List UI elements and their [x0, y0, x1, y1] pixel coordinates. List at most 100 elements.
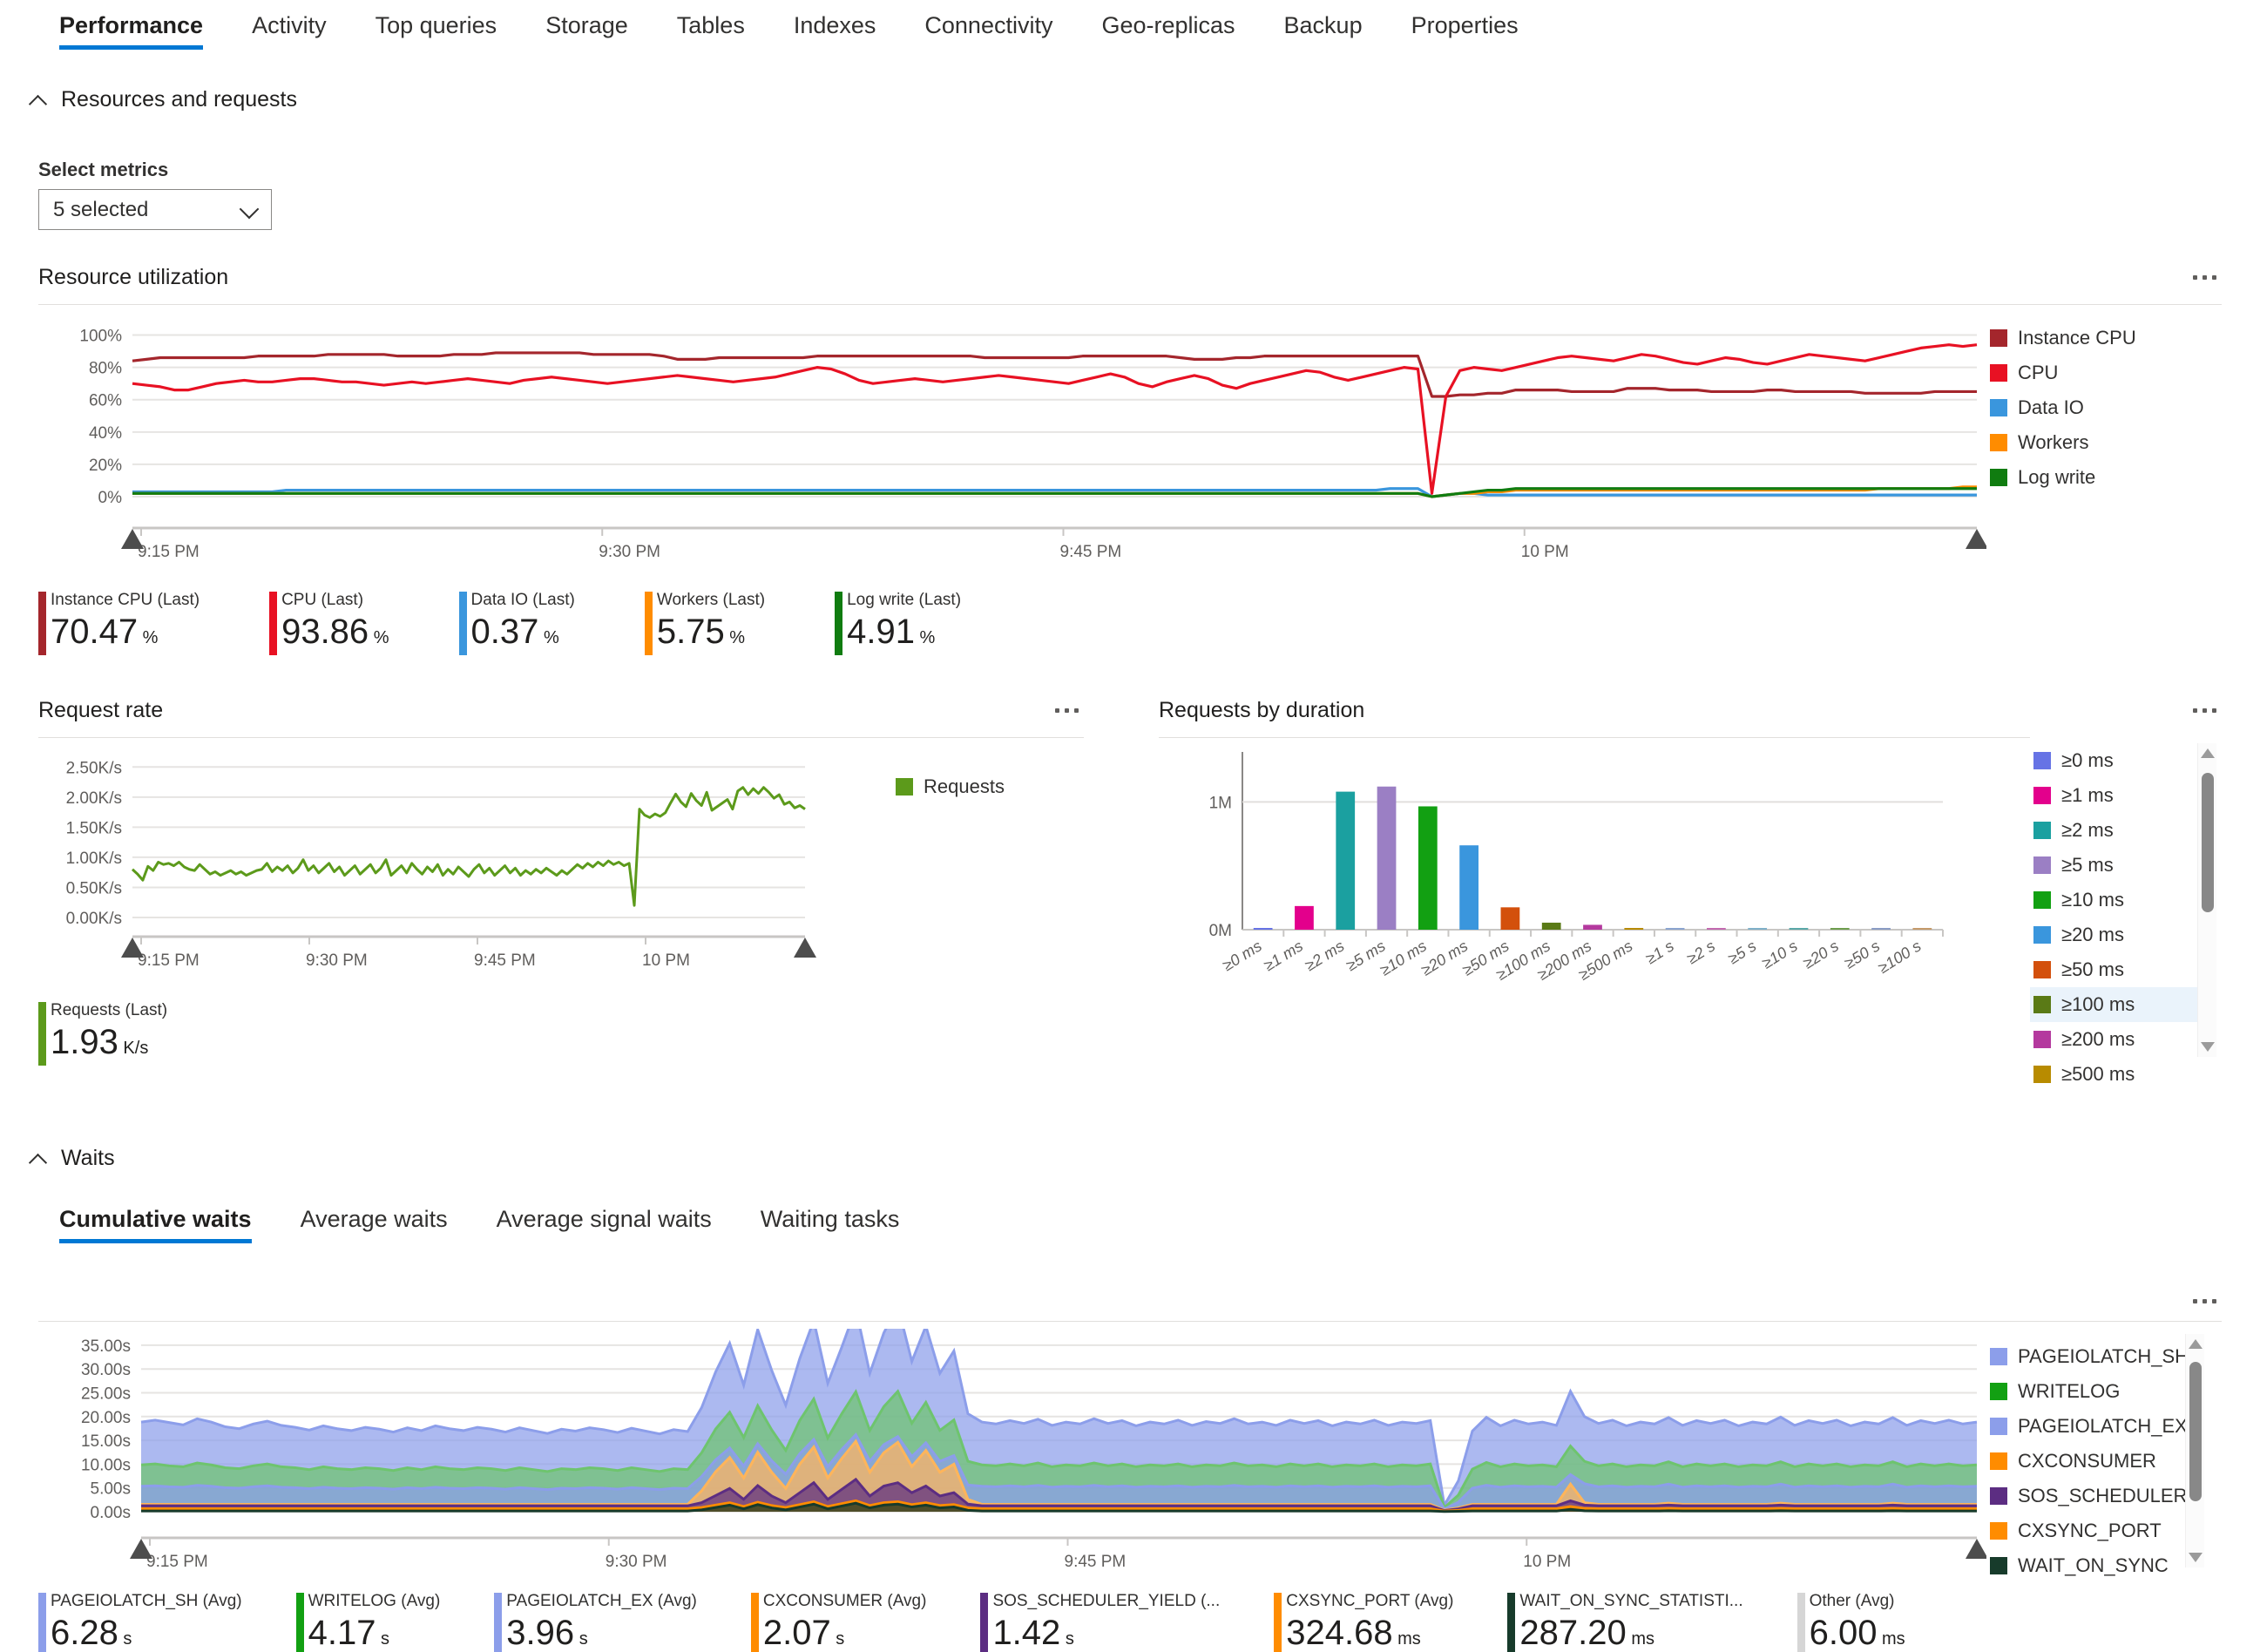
- legend-color-swatch: [1990, 364, 2007, 382]
- cumulative-waits-more-button[interactable]: [2187, 1288, 2222, 1314]
- svg-text:≥20 ms: ≥20 ms: [1418, 937, 1472, 978]
- legend-item[interactable]: CPU: [1986, 355, 2222, 390]
- legend-item[interactable]: ≥10 ms: [2030, 883, 2197, 917]
- legend-item[interactable]: Log write: [1986, 460, 2222, 495]
- requests-by-duration-legend: ≥0 ms ≥1 ms ≥2 ms ≥5 ms ≥10 ms ≥20 ms ≥50 ms ≥1…: [2030, 743, 2197, 1092]
- svg-text:≥0 ms: ≥0 ms: [1220, 937, 1265, 974]
- waits-legend-scrollbar[interactable]: [2185, 1334, 2204, 1567]
- legend-item[interactable]: Instance CPU: [1986, 321, 2222, 355]
- request-rate-more-button[interactable]: [1049, 697, 1084, 723]
- stat-card-caption: Data IO (Last): [470, 591, 575, 609]
- tab-tables[interactable]: Tables: [653, 0, 769, 58]
- stat-card-caption: PAGEIOLATCH_EX (Avg): [506, 1592, 697, 1610]
- stat-card-caption: CPU (Last): [281, 591, 364, 609]
- legend-color-swatch: [2033, 961, 2051, 978]
- svg-text:100%: 100%: [79, 328, 122, 346]
- svg-text:9:15 PM: 9:15 PM: [138, 951, 200, 970]
- stat-card-value: 4.17 s: [308, 1614, 390, 1652]
- waits-tab-cumulative-waits[interactable]: Cumulative waits: [35, 1194, 276, 1252]
- request-rate-chart[interactable]: 0.00K/s 0.50K/s 1.00K/s 1.50K/s 2.00K/s 2.50K…: [38, 743, 892, 992]
- requests-by-duration-chart[interactable]: 0M 1M ≥0 ms ≥1 ms ≥2 ms ≥5 ms ≥10 ms ≥20 ms ≥50 …: [1159, 743, 2030, 1092]
- legend-item[interactable]: PAGEIOLATCH_SH: [1986, 1339, 2189, 1374]
- legend-item[interactable]: WRITELOG: [1986, 1374, 2185, 1409]
- waits-tab-waiting-tasks[interactable]: Waiting tasks: [736, 1194, 924, 1252]
- legend-item[interactable]: CXSYNC_PORT: [1986, 1513, 2185, 1548]
- tab-properties[interactable]: Properties: [1387, 0, 1543, 58]
- divider: [38, 304, 2222, 305]
- legend-item[interactable]: ≥2 ms: [2030, 813, 2197, 848]
- legend-item[interactable]: ≥500 ms: [2030, 1057, 2197, 1092]
- requests-by-duration-more-button[interactable]: [2187, 697, 2222, 723]
- svg-text:40%: 40%: [89, 424, 122, 443]
- tab-storage[interactable]: Storage: [521, 0, 653, 58]
- tab-indexes[interactable]: Indexes: [769, 0, 901, 58]
- legend-item[interactable]: ≥5 ms: [2030, 848, 2197, 883]
- tab-top-queries[interactable]: Top queries: [351, 0, 522, 58]
- legend-item[interactable]: ≥50 ms: [2030, 952, 2197, 987]
- scroll-up-arrow-icon[interactable]: [2201, 748, 2215, 758]
- svg-text:1M: 1M: [1209, 794, 1232, 812]
- scroll-up-arrow-icon[interactable]: [2189, 1339, 2202, 1349]
- legend-color-swatch: [1990, 329, 2007, 347]
- legend-color-swatch: [1990, 1348, 2007, 1365]
- collapse-chevron-up-icon[interactable]: [30, 1149, 49, 1168]
- waits-tab-average-signal-waits[interactable]: Average signal waits: [472, 1194, 736, 1252]
- stat-card-caption: CXCONSUMER (Avg): [762, 1592, 927, 1610]
- svg-text:0M: 0M: [1209, 922, 1232, 940]
- cumulative-waits-chart[interactable]: 0.00s 5.00s 10.00s 15.00s 20.00s 25.00s 30.00s…: [38, 1302, 1988, 1586]
- legend-item[interactable]: CXCONSUMER: [1986, 1444, 2185, 1479]
- cumulative-waits-stat-cards: PAGEIOLATCH_SH (Avg) 6.28 s WRITELOG (Avg)…: [38, 1591, 2222, 1652]
- legend-item[interactable]: ≥1 ms: [2030, 778, 2197, 813]
- duration-legend-scrollbar[interactable]: [2197, 743, 2216, 1057]
- select-metrics-dropdown[interactable]: 5 selected: [38, 189, 272, 230]
- legend-item[interactable]: ≥200 ms: [2030, 1022, 2197, 1057]
- svg-text:9:45 PM: 9:45 PM: [474, 951, 536, 970]
- legend-item[interactable]: Requests: [892, 769, 1066, 804]
- svg-text:1.50K/s: 1.50K/s: [66, 819, 122, 837]
- stat-card: PAGEIOLATCH_EX (Avg) 3.96 s: [494, 1591, 697, 1652]
- legend-item[interactable]: WAIT_ON_SYNC: [1986, 1548, 2185, 1583]
- svg-text:9:30 PM: 9:30 PM: [306, 951, 368, 970]
- svg-text:10 PM: 10 PM: [1521, 543, 1569, 561]
- resource-utilization-chart[interactable]: 0% 20% 40% 60% 80% 100% 9:15 PM 9:30 PM 9:45 PM 1…: [38, 312, 1988, 578]
- scrollbar-thumb[interactable]: [2189, 1362, 2202, 1501]
- waits-section-header[interactable]: Waits: [0, 1146, 115, 1171]
- legend-label: PAGEIOLATCH_SH: [2018, 1345, 2189, 1367]
- tab-activity[interactable]: Activity: [227, 0, 351, 58]
- resources-section-header[interactable]: Resources and requests: [0, 87, 297, 112]
- divider: [1159, 737, 2030, 738]
- legend-item[interactable]: ≥100 ms: [2030, 987, 2197, 1022]
- stat-card-caption: Other (Avg): [1809, 1592, 1895, 1610]
- svg-text:20%: 20%: [89, 457, 122, 475]
- tab-performance[interactable]: Performance: [35, 0, 227, 58]
- legend-item[interactable]: SOS_SCHEDULER...: [1986, 1479, 2203, 1513]
- tab-geo-replicas[interactable]: Geo-replicas: [1077, 0, 1259, 58]
- select-metrics-label: Select metrics: [38, 159, 169, 180]
- waits-tab-bar: Cumulative waits Average waits Average sig…: [0, 1194, 924, 1255]
- svg-text:0.00s: 0.00s: [91, 1504, 131, 1522]
- stat-card: Log write (Last) 4.91 %: [835, 590, 961, 659]
- legend-item[interactable]: Data IO: [1986, 390, 2222, 425]
- scroll-down-arrow-icon[interactable]: [2201, 1042, 2215, 1052]
- scroll-down-arrow-icon[interactable]: [2189, 1553, 2202, 1562]
- legend-item[interactable]: PAGEIOLATCH_EX: [1986, 1409, 2188, 1444]
- legend-label: ≥50 ms: [2061, 958, 2124, 980]
- stat-card: Instance CPU (Last) 70.47 %: [38, 590, 200, 659]
- stat-card-value: 6.00 ms: [1809, 1614, 1905, 1652]
- svg-text:80%: 80%: [89, 360, 122, 378]
- legend-label: ≥10 ms: [2061, 889, 2124, 911]
- collapse-chevron-up-icon[interactable]: [30, 91, 49, 110]
- tab-connectivity[interactable]: Connectivity: [900, 0, 1077, 58]
- waits-tab-average-waits[interactable]: Average waits: [276, 1194, 472, 1252]
- legend-item[interactable]: ≥20 ms: [2030, 917, 2197, 952]
- legend-label: ≥5 ms: [2061, 854, 2114, 876]
- svg-text:9:45 PM: 9:45 PM: [1060, 543, 1122, 561]
- legend-item[interactable]: ≥0 ms: [2030, 743, 2197, 778]
- resource-utilization-more-button[interactable]: [2187, 264, 2222, 290]
- legend-color-swatch: [1990, 469, 2007, 486]
- stat-card-color-bar: [1274, 1593, 1282, 1652]
- stat-card-caption: Workers (Last): [656, 591, 766, 609]
- tab-backup[interactable]: Backup: [1260, 0, 1387, 58]
- legend-item[interactable]: Workers: [1986, 425, 2222, 460]
- scrollbar-thumb[interactable]: [2202, 773, 2214, 912]
